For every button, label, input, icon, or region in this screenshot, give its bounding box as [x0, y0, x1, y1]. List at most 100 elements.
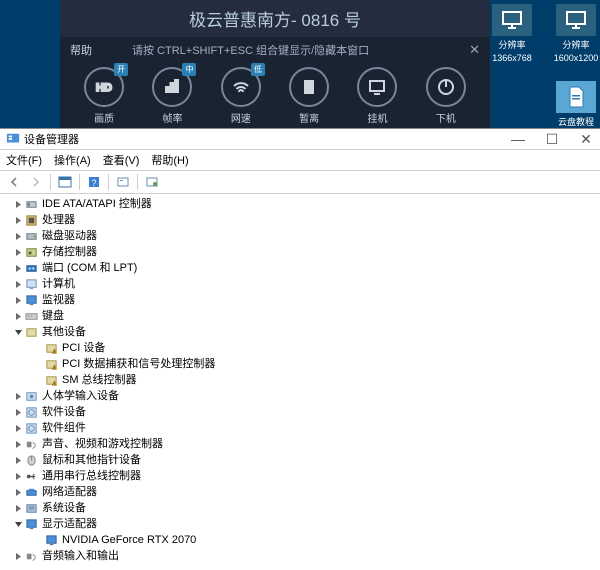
expand-icon[interactable] — [12, 392, 24, 401]
desktop-icon-tutorial[interactable]: 云盘教程 — [548, 81, 600, 128]
tree-node[interactable]: 监视器 — [4, 292, 596, 308]
expand-icon[interactable] — [12, 328, 24, 337]
tree-node[interactable]: 软件组件 — [4, 420, 596, 436]
expand-icon[interactable] — [12, 456, 24, 465]
expand-icon[interactable] — [12, 488, 24, 497]
tree-node-label: 软件组件 — [42, 420, 86, 436]
close-icon[interactable]: ✕ — [469, 42, 480, 58]
expand-icon[interactable] — [12, 280, 24, 289]
ide-icon — [24, 197, 38, 211]
tree-node-label: 磁盘驱动器 — [42, 228, 97, 244]
desktop-icon-resolution-2[interactable]: 分辨率 1600x1200 — [548, 4, 600, 63]
toolbar-back[interactable] — [4, 173, 24, 191]
expand-icon[interactable] — [12, 408, 24, 417]
tree-node-label: 存储控制器 — [42, 244, 97, 260]
warn-icon — [44, 373, 58, 387]
tree-node[interactable]: 声音、视频和游戏控制器 — [4, 436, 596, 452]
expand-icon[interactable] — [12, 552, 24, 561]
maximize-button[interactable]: ☐ — [544, 132, 560, 146]
minimize-button[interactable]: ― — [510, 132, 526, 146]
tree-node[interactable]: 人体学输入设备 — [4, 388, 596, 404]
tree-node[interactable]: NVIDIA GeForce RTX 2070 — [4, 532, 596, 548]
toolbar-show-hidden[interactable] — [55, 173, 75, 191]
menu-help[interactable]: 帮助(H) — [151, 152, 188, 168]
desktop-label: 云盘教程 — [558, 115, 594, 128]
tree-node[interactable]: 软件设备 — [4, 404, 596, 420]
device-manager-window: 设备管理器 ― ☐ ✕ 文件(F) 操作(A) 查看(V) 帮助(H) ? ID… — [0, 128, 600, 570]
desktop-icons: 分辨率 1366x768 分辨率 1600x1200 云盘教程 — [480, 0, 600, 130]
tree-node[interactable]: 其他设备 — [4, 324, 596, 340]
monitor-icon — [556, 4, 596, 36]
expand-icon[interactable] — [12, 504, 24, 513]
desktop-label: 分辨率 — [562, 38, 589, 51]
expand-icon[interactable] — [12, 232, 24, 241]
tree-node-label: 网络适配器 — [42, 484, 97, 500]
sys-icon — [24, 501, 38, 515]
monitor-icon — [492, 4, 532, 36]
desktop-sublabel: 1600x1200 — [554, 53, 599, 63]
expand-icon[interactable] — [12, 296, 24, 305]
tree-node[interactable]: 磁盘驱动器 — [4, 228, 596, 244]
overlay-hint-row: 帮助 请按 CTRL+SHIFT+ESC 组合键显示/隐藏本窗口 ✕ — [60, 37, 490, 63]
menu-action[interactable]: 操作(A) — [54, 152, 91, 168]
toolbar-forward[interactable] — [26, 173, 46, 191]
tree-node[interactable]: 处理器 — [4, 212, 596, 228]
menu-view[interactable]: 查看(V) — [103, 152, 140, 168]
overlay-control-quality[interactable]: 开HD 画质 — [84, 67, 124, 125]
tree-node[interactable]: SM 总线控制器 — [4, 372, 596, 388]
tree-node[interactable]: 键盘 — [4, 308, 596, 324]
warn-icon — [44, 341, 58, 355]
tree-node-label: 人体学输入设备 — [42, 388, 119, 404]
expand-icon[interactable] — [12, 216, 24, 225]
tree-node[interactable]: 端口 (COM 和 LPT) — [4, 260, 596, 276]
tree-node-label: 显示适配器 — [42, 516, 97, 532]
warn-icon — [44, 357, 58, 371]
tree-node[interactable]: 网络适配器 — [4, 484, 596, 500]
tree-node-label: 软件设备 — [42, 404, 86, 420]
tree-node[interactable]: 鼠标和其他指针设备 — [4, 452, 596, 468]
expand-icon[interactable] — [12, 520, 24, 529]
overlay-control-shutdown[interactable]: 下机 — [426, 67, 466, 125]
tree-node[interactable]: PCI 数据捕获和信号处理控制器 — [4, 356, 596, 372]
help-link[interactable]: 帮助 — [70, 42, 92, 58]
menu-file[interactable]: 文件(F) — [6, 152, 42, 168]
tree-node[interactable]: 通用串行总线控制器 — [4, 468, 596, 484]
overlay-control-hang[interactable]: 挂机 — [357, 67, 397, 125]
overlay-control-fps[interactable]: 中帧率 — [152, 67, 192, 125]
quality-icon: 开HD — [84, 67, 124, 107]
toolbar-refresh[interactable] — [142, 173, 162, 191]
tree-node[interactable]: 存储控制器 — [4, 244, 596, 260]
tree-node-label: 系统设备 — [42, 500, 86, 516]
tree-node[interactable]: PCI 设备 — [4, 340, 596, 356]
tree-node[interactable]: IDE ATA/ATAPI 控制器 — [4, 196, 596, 212]
fps-icon: 中 — [152, 67, 192, 107]
expand-icon[interactable] — [12, 440, 24, 449]
expand-icon[interactable] — [12, 248, 24, 257]
overlay-control-net[interactable]: 低网速 — [221, 67, 261, 125]
expand-icon[interactable] — [12, 472, 24, 481]
control-label: 画质 — [94, 110, 114, 125]
sw-icon — [24, 421, 38, 435]
toolbar-scan[interactable] — [113, 173, 133, 191]
control-label: 下机 — [436, 110, 456, 125]
expand-icon[interactable] — [12, 200, 24, 209]
keyboard-icon — [24, 309, 38, 323]
tree-node[interactable]: 计算机 — [4, 276, 596, 292]
tree-node[interactable]: 显示适配器 — [4, 516, 596, 532]
mouse-icon — [24, 453, 38, 467]
expand-icon[interactable] — [12, 264, 24, 273]
device-tree[interactable]: IDE ATA/ATAPI 控制器处理器磁盘驱动器存储控制器端口 (COM 和 … — [0, 194, 600, 570]
other-icon — [24, 325, 38, 339]
tree-node[interactable]: 系统设备 — [4, 500, 596, 516]
desktop-icon-resolution-1[interactable]: 分辨率 1366x768 — [484, 4, 540, 63]
close-button[interactable]: ✕ — [578, 132, 594, 146]
expand-icon[interactable] — [12, 312, 24, 321]
control-label: 网速 — [231, 110, 251, 125]
expand-icon[interactable] — [12, 424, 24, 433]
app-icon — [6, 132, 20, 146]
toolbar-help[interactable]: ? — [84, 173, 104, 191]
overlay-control-pause[interactable]: 暂离 — [289, 67, 329, 125]
tree-node-label: NVIDIA GeForce RTX 2070 — [62, 532, 196, 548]
tree-node[interactable]: 音频输入和输出 — [4, 548, 596, 564]
menu-bar: 文件(F) 操作(A) 查看(V) 帮助(H) — [0, 150, 600, 171]
